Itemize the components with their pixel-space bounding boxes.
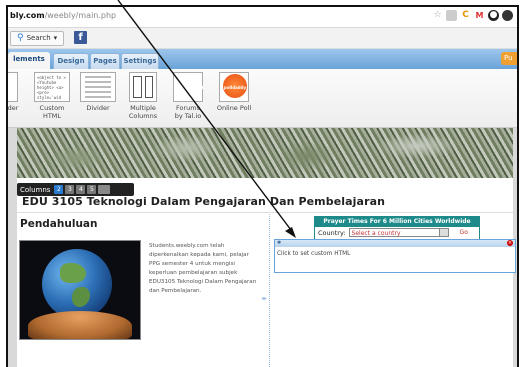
columns-option-4[interactable]: 4 (76, 185, 86, 194)
palette-item-label: der (7, 104, 19, 112)
tab-label: Design (57, 57, 85, 65)
palette-item-label: by Tal.io (174, 112, 202, 120)
search-label: Search (26, 34, 51, 42)
tab-pages[interactable]: Pages (90, 53, 120, 69)
screenshot-frame: bly.com/weebly/main.php ☆ C M ● ⚲ Search… (6, 5, 519, 367)
page-margin-left (8, 128, 17, 367)
slider-thumb-icon (8, 72, 18, 102)
chevron-down-icon: ▾ (53, 34, 58, 42)
palette-item-online-poll[interactable]: polldaddy Online Poll (212, 72, 256, 112)
palette-item-label: Divider (86, 104, 110, 112)
mail-icon[interactable]: M (474, 10, 485, 21)
palette-item-divider[interactable]: Divider (77, 72, 119, 112)
palette-item-label: Custom (39, 104, 65, 112)
browser-toolbar: ⚲ Search ▾ f (8, 28, 517, 49)
palette-item-label: Multiple (130, 104, 156, 112)
columns-option-2[interactable]: 2 (54, 185, 64, 194)
browser-extension-icons: ☆ C M ● (432, 10, 513, 21)
custom-html-hint[interactable]: Click to set custom HTML (275, 247, 515, 261)
url-path: /weebly/main.php (44, 11, 117, 20)
left-column: Pendahuluan Students.weebly.com telah di… (17, 214, 268, 367)
tab-label: Settings (123, 57, 157, 65)
gear-icon[interactable]: ✱ (277, 240, 281, 247)
search-icon: ⚲ (17, 33, 24, 43)
extension-icon[interactable] (502, 10, 513, 21)
column-divider[interactable] (269, 214, 271, 367)
tab-label: lements (13, 55, 45, 63)
facebook-icon[interactable]: f (74, 31, 87, 44)
columns-option-5[interactable]: 5 (87, 185, 97, 194)
talkio-logo-icon: Talkio (173, 72, 203, 102)
columns-icon (129, 72, 157, 102)
tab-settings[interactable]: Settings (121, 53, 159, 69)
divider-icon (80, 72, 116, 102)
go-button[interactable]: Go (460, 229, 468, 236)
poll-logo-text: polldaddy (223, 85, 247, 90)
extension-icon[interactable]: C (460, 10, 471, 21)
custom-html-element[interactable]: ✱ × Click to set custom HTML (274, 239, 516, 273)
url-host: bly.com (10, 11, 45, 20)
columns-confirm-button[interactable] (98, 185, 111, 194)
title-divider (17, 212, 513, 213)
earth-in-hands-image[interactable] (19, 240, 141, 340)
tab-design[interactable]: Design (53, 53, 89, 69)
country-label: Country: (318, 228, 346, 237)
close-icon[interactable]: × (507, 240, 513, 246)
url-text[interactable]: bly.com/weebly/main.php (10, 11, 116, 20)
intro-paragraph[interactable]: Students.weebly.com telah diperkenalkan … (149, 242, 261, 296)
columns-label: Columns (20, 185, 51, 194)
columns-option-3[interactable]: 3 (65, 185, 75, 194)
weebly-tab-bar: lements Design Pages Settings Pu (8, 49, 517, 70)
site-editor-page: Columns 2 3 4 5 EDU 3105 Teknologi Dalam… (8, 128, 517, 367)
extension-icon[interactable] (446, 10, 457, 21)
header-banner-image (17, 128, 513, 178)
palette-item-forums[interactable]: Talkio Forums by Tal.io (168, 72, 208, 120)
palette-item-label: HTML (42, 112, 62, 120)
extension-icon[interactable]: ● (488, 10, 499, 21)
search-button[interactable]: ⚲ Search ▾ (10, 31, 65, 46)
polldaddy-logo-icon: polldaddy (219, 72, 249, 102)
prayer-times-widget: Prayer Times For 6 Million Cities Worldw… (314, 216, 480, 240)
palette-item-label: Columns (128, 112, 158, 120)
column-resize-handle[interactable]: ◂▸ (261, 295, 267, 302)
elements-palette: der <object to > <Youtube height> <a> <p… (8, 69, 517, 128)
palette-item-label: Online Poll (216, 104, 252, 112)
publish-button[interactable]: Pu (501, 52, 517, 65)
custom-html-toolbar: ✱ × (275, 240, 515, 247)
prayer-widget-title: Prayer Times For 6 Million Cities Worldw… (315, 217, 479, 227)
star-icon[interactable]: ☆ (432, 10, 443, 21)
palette-item-slider[interactable]: der (7, 72, 22, 112)
tab-elements[interactable]: lements (8, 52, 50, 69)
palette-item-label: Forums (176, 104, 200, 112)
code-icon: <object to > <Youtube height> <a> <pre> … (34, 72, 70, 102)
palette-item-custom-html[interactable]: <object to > <Youtube height> <a> <pre> … (31, 72, 73, 120)
palette-item-multiple-columns[interactable]: Multiple Columns (122, 72, 164, 120)
section-heading[interactable]: Pendahuluan (20, 218, 97, 230)
browser-address-bar[interactable]: bly.com/weebly/main.php ☆ C M ● (8, 7, 517, 28)
country-select[interactable]: Select a country (348, 228, 449, 237)
site-title[interactable]: EDU 3105 Teknologi Dalam Pengajaran Dan … (22, 195, 385, 208)
tab-label: Pages (93, 57, 117, 65)
